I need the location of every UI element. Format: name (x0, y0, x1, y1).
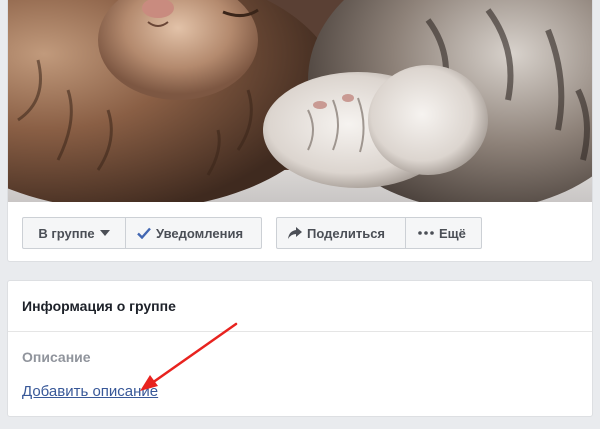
ellipsis-icon (418, 231, 434, 235)
caret-down-icon (99, 230, 110, 236)
divider (8, 331, 592, 332)
cover-photo[interactable] (8, 0, 592, 202)
more-label: Ещё (439, 225, 466, 241)
notifications-button[interactable]: Уведомления (125, 218, 261, 248)
group-info-card: Информация о группе Описание Добавить оп… (7, 280, 593, 417)
share-arrow-icon (288, 227, 302, 239)
checkmark-icon (137, 227, 151, 239)
share-button[interactable]: Поделиться (277, 218, 405, 248)
in-group-button[interactable]: В группе (23, 218, 125, 248)
notifications-label: Уведомления (156, 225, 244, 241)
group-info-title: Информация о группе (22, 298, 176, 314)
membership-button-group: В группе Уведомления (22, 217, 262, 249)
description-heading: Описание (22, 349, 91, 365)
share-label: Поделиться (307, 225, 386, 241)
more-button[interactable]: Ещё (405, 218, 481, 248)
group-header-card: В группе Уведомления Поделиться Ещё (7, 0, 593, 262)
kitten-cover-image (8, 0, 592, 202)
share-button-group: Поделиться Ещё (276, 217, 482, 249)
in-group-label: В группе (38, 225, 95, 241)
add-description-link[interactable]: Добавить описание (22, 383, 158, 400)
